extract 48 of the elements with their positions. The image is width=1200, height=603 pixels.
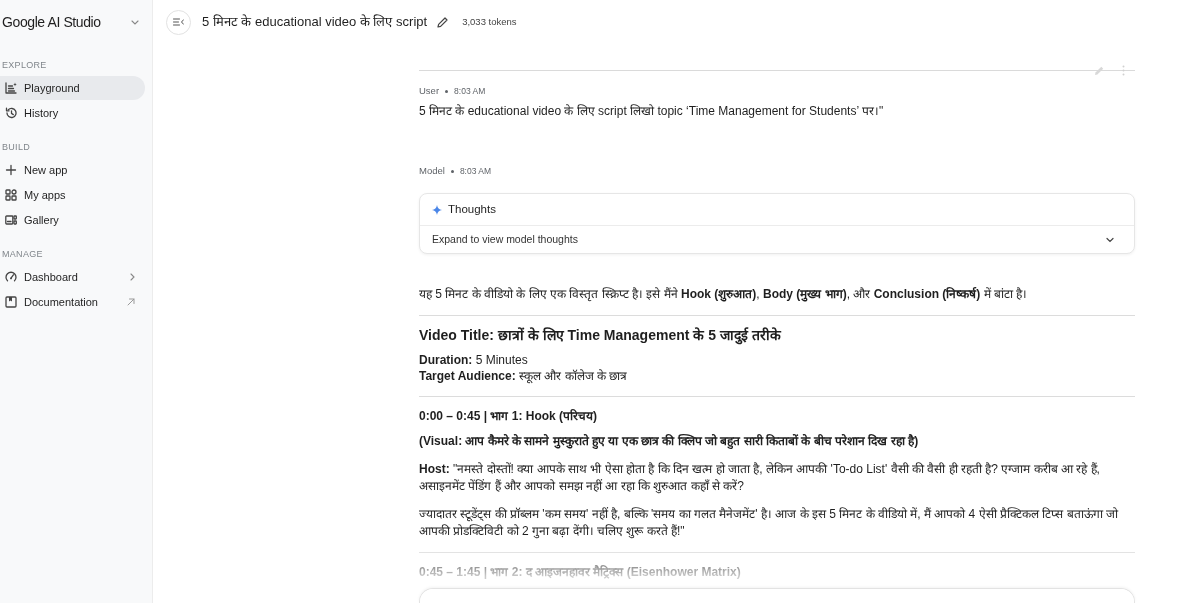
nav-item[interactable]: Playground: [0, 76, 145, 100]
detail-line: Target Audience: स्कूल और कॉलेज के छात्र: [419, 368, 629, 384]
section-heading: 0:00 – 0:45 | भाग 1: Hook (परिचय): [419, 408, 599, 425]
prompt-input-field[interactable]: [419, 588, 1135, 603]
document-icon: [5, 296, 17, 308]
pencil-icon[interactable]: [1094, 65, 1104, 76]
pencil-icon: [437, 16, 449, 28]
chevron-down-icon: [1106, 236, 1114, 243]
message-paragraph: 5 मिनट के educational video के लिए script लिखो topic ‘Time Management for Students’ पर।": [419, 103, 885, 120]
grid-icon: [5, 189, 17, 201]
nav-item[interactable]: Documentation: [0, 290, 145, 314]
dot-icon: [445, 89, 449, 93]
nav-item[interactable]: Dashboard: [0, 265, 145, 289]
section-heading: 0:45 – 1:45 | भाग 2: द आइजनहावर मैट्रिक्स (Eisenhower Matrix): [419, 564, 742, 581]
nav-item[interactable]: Gallery: [0, 208, 145, 232]
sidebar-toggle-button[interactable]: [166, 9, 191, 35]
section-heading: BUILD: [1, 141, 31, 154]
arrow-up-right-icon: [127, 298, 135, 306]
section-heading: MANAGE: [1, 248, 44, 261]
message-paragraph: ज्यादातर स्टूडेंट्स की प्रॉब्लम 'कम समय' नहीं है, बल्कि 'समय का गलत मैनेजमेंट' है। आज के इस 5 मिनट के वीडियो में, मैं आपको 4 ऐसी प्रैक्टिकल टिप्स बताऊंगा जो आपकी प्रोडक्टिविटी को 2 गुना बढ़ा देंगी। चलिए शुरू करते हैं!": [419, 506, 1119, 540]
gauge-icon: [5, 271, 17, 283]
timestamp: 8:03 AM: [454, 85, 486, 97]
visual-note: (Visual: आप कैमरे के सामने मुस्कुराते हुए या एक छात्र की क्लिप जो बहुत सारी किताबों के बीच परेशान दिख रहा है): [419, 433, 920, 450]
expand-thoughts-button[interactable]: Expand to view model thoughts: [420, 226, 1134, 253]
role-label: User: [419, 85, 440, 97]
nav-item[interactable]: History: [0, 101, 145, 125]
chat-title: 5 मिनट के educational video के लिए script: [202, 13, 428, 32]
message-paragraph: Host: "नमस्ते दोस्तों! क्या आपके साथ भी ऐसा होता है कि दिन खत्म हो जाता है, लेकिन आपकी 'To-do List' वैसी की वैसी ही रहती है? एग्जाम करीब आ रहे हैं, असाइनमेंट पेंडिंग हैं और आपको समझ नहीं आ रहा कि शुरुआत कहाँ से करें?: [419, 461, 1101, 495]
nav-item[interactable]: New app: [0, 158, 145, 182]
timestamp: 8:03 AM: [459, 165, 492, 177]
message-paragraph: यह 5 मिनट के वीडियो के लिए एक विस्तृत स्क्रिप्ट है। इसे मैंने Hook (शुरुआत), Body (मुख्य भाग), और Conclusion (निष्कर्ष) में बांटा है।: [419, 286, 1029, 303]
app-title: Google AI Studio: [2, 12, 101, 32]
chevron-right-icon: [130, 273, 135, 281]
detail-line: Duration: 5 Minutes: [419, 352, 529, 368]
gallery-icon: [5, 214, 17, 226]
menu-collapse-icon: [173, 18, 184, 26]
token-count: 3,033 tokens: [462, 14, 517, 29]
section-heading: EXPLORE: [1, 59, 48, 72]
role-label: Model: [419, 165, 445, 177]
video-title-heading: Video Title: छात्रों के लिए Time Management के 5 जादुई तरीके: [419, 326, 783, 345]
list-sparkle-icon: [5, 82, 17, 94]
dot-icon: [450, 169, 454, 173]
thoughts-heading: Thoughts: [448, 201, 496, 217]
history-icon: [5, 107, 17, 119]
sparkle-icon: [432, 204, 442, 215]
chevron-down-icon[interactable]: [131, 19, 139, 25]
nav-item[interactable]: My apps: [0, 183, 145, 207]
plus-icon: [5, 164, 17, 176]
